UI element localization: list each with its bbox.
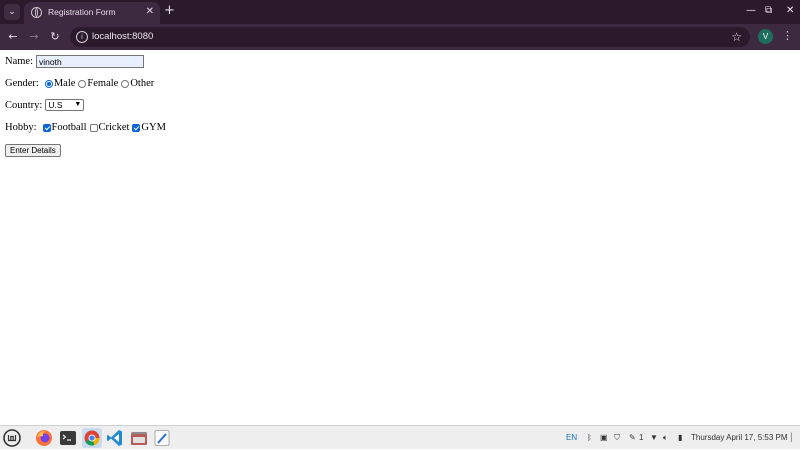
volume-icon[interactable]: 🔈︎ bbox=[663, 431, 668, 445]
close-tab-icon[interactable]: ✕ bbox=[146, 6, 154, 18]
globe-icon bbox=[31, 7, 42, 18]
name-label: Name: bbox=[5, 56, 33, 67]
chevron-down-icon[interactable]: ⌄ bbox=[4, 4, 20, 20]
chevron-down-icon: ▼ bbox=[74, 101, 82, 108]
mint-menu-icon-graphic bbox=[3, 429, 21, 447]
chrome-icon[interactable] bbox=[82, 428, 102, 448]
keyboard-language[interactable]: EN bbox=[566, 431, 577, 445]
files-icon-graphic bbox=[131, 432, 147, 445]
country-label: Country: bbox=[5, 99, 43, 111]
hobby-football-checkbox[interactable] bbox=[42, 123, 51, 132]
clipboard-icon[interactable]: ▣ bbox=[600, 431, 608, 445]
close-window-icon[interactable]: ✕ bbox=[786, 3, 794, 19]
bookmark-star-icon[interactable]: ☆ bbox=[731, 29, 742, 45]
text-editor-icon[interactable] bbox=[152, 428, 172, 448]
browser-toolbar: ← → ↻ i localhost:8080 ☆ V ⋮ bbox=[0, 24, 800, 50]
registration-form: Name: Gender: Male Female Other Country:… bbox=[0, 50, 800, 425]
taskbar: EN ᛒ ▣ ⛉ ✎ 1 ▼ 🔈︎ ▮ Thursday April 17, 5… bbox=[0, 425, 800, 449]
hobby-gym-label[interactable]: GYM bbox=[141, 122, 166, 133]
clock[interactable]: Thursday April 17, 5:53 PM bbox=[691, 431, 788, 445]
country-select[interactable]: U.S ▼ bbox=[45, 99, 85, 111]
network-icon[interactable]: ▼ bbox=[650, 431, 658, 445]
minimize-icon[interactable]: — bbox=[746, 3, 756, 19]
gender-female-label[interactable]: Female bbox=[87, 78, 118, 89]
hobby-row: Hobby: Football Cricket GYM bbox=[5, 122, 166, 133]
show-desktop-button[interactable]: ▏ bbox=[791, 431, 797, 445]
name-input[interactable] bbox=[36, 55, 144, 68]
back-icon[interactable]: ← bbox=[5, 29, 21, 45]
reload-icon[interactable]: ↻ bbox=[47, 29, 63, 45]
hobby-cricket-label[interactable]: Cricket bbox=[99, 122, 130, 133]
hobby-cricket-checkbox[interactable] bbox=[89, 123, 98, 132]
gender-label: Gender: bbox=[5, 78, 39, 89]
vscode-icon-graphic bbox=[107, 430, 122, 446]
gender-other-radio[interactable] bbox=[121, 79, 130, 88]
forward-icon[interactable]: → bbox=[26, 29, 42, 45]
hobby-football-label[interactable]: Football bbox=[52, 122, 87, 133]
tab-registration-form[interactable]: Registration Form ✕ bbox=[24, 2, 160, 24]
country-selected-value: U.S bbox=[48, 100, 63, 110]
gender-male-label[interactable]: Male bbox=[54, 78, 76, 89]
gender-male-radio[interactable] bbox=[44, 79, 53, 88]
mint-menu-icon[interactable] bbox=[2, 428, 22, 448]
address-bar[interactable]: i localhost:8080 ☆ bbox=[70, 27, 750, 47]
enter-details-button[interactable]: Enter Details bbox=[5, 144, 61, 157]
terminal-icon-graphic bbox=[60, 431, 76, 445]
gender-female-radio[interactable] bbox=[78, 79, 87, 88]
gender-row: Gender: Male Female Other bbox=[5, 78, 154, 89]
text-editor-icon-graphic bbox=[154, 430, 170, 446]
profile-avatar[interactable]: V bbox=[758, 29, 773, 44]
hobby-label: Hobby: bbox=[5, 122, 37, 133]
hobby-gym-checkbox[interactable] bbox=[132, 123, 141, 132]
battery-icon[interactable]: ▮ bbox=[678, 431, 682, 445]
notification-count: 1 bbox=[639, 433, 644, 442]
firefox-icon[interactable] bbox=[34, 428, 54, 448]
new-tab-icon[interactable]: + bbox=[164, 4, 175, 18]
browser-menu-icon[interactable]: ⋮ bbox=[782, 28, 793, 44]
gender-other-label[interactable]: Other bbox=[130, 78, 154, 89]
update-shield-icon[interactable]: ⛉ bbox=[614, 431, 620, 445]
terminal-icon[interactable] bbox=[58, 428, 78, 448]
bluetooth-icon[interactable]: ᛒ bbox=[587, 431, 592, 445]
chrome-icon-graphic bbox=[84, 430, 100, 446]
maximize-icon[interactable]: ⧉ bbox=[765, 3, 772, 19]
site-info-icon[interactable]: i bbox=[76, 31, 88, 43]
browser-titlebar: ⌄ Registration Form ✕ + — ⧉ ✕ bbox=[0, 0, 800, 24]
url-text[interactable]: localhost:8080 bbox=[92, 31, 153, 42]
name-row: Name: bbox=[5, 55, 144, 68]
tab-title: Registration Form bbox=[48, 7, 116, 17]
notifications-icon[interactable]: ✎ bbox=[629, 431, 636, 445]
firefox-icon-graphic bbox=[36, 430, 52, 446]
files-icon[interactable] bbox=[129, 428, 149, 448]
vscode-icon[interactable] bbox=[105, 428, 125, 448]
country-row: Country: U.S ▼ bbox=[5, 99, 85, 111]
